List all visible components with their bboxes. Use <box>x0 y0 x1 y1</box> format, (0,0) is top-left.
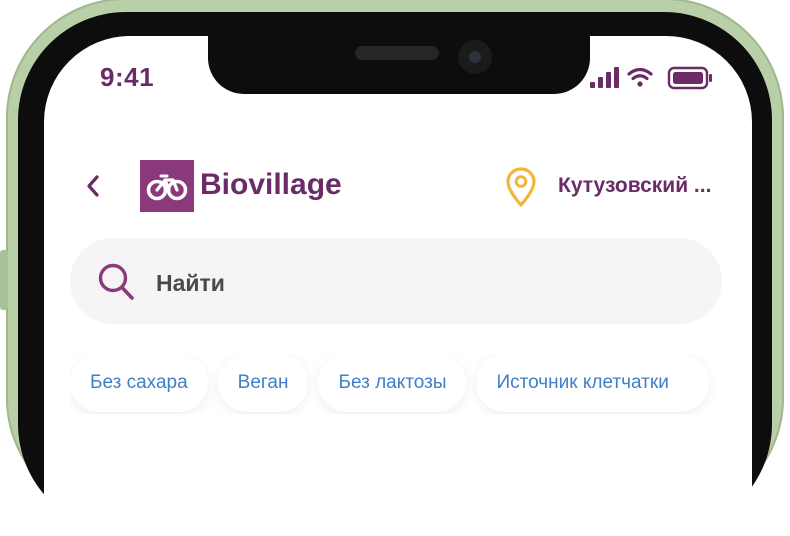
speaker-grille <box>355 46 439 60</box>
back-button[interactable] <box>78 170 108 202</box>
status-time: 9:41 <box>100 62 155 92</box>
chevron-left-icon <box>87 175 99 197</box>
wifi-icon <box>627 67 653 87</box>
phone-side-button <box>0 250 8 310</box>
filter-chip-lactose-free[interactable]: Без лактозы <box>318 354 467 412</box>
filter-chip-vegan[interactable]: Веган <box>217 354 309 412</box>
battery-icon <box>667 66 712 90</box>
front-camera <box>458 40 492 74</box>
filter-chip-fiber-source[interactable]: Источник клетчатки <box>476 354 709 412</box>
filter-chip-sugar-free[interactable]: Без сахара <box>70 354 208 412</box>
brand-logo <box>140 160 194 212</box>
notch <box>208 36 590 94</box>
search-input[interactable] <box>154 266 658 300</box>
bicycle-icon <box>146 174 188 201</box>
status-icons <box>590 66 716 90</box>
brand-name: Biovillage <box>200 168 342 201</box>
location-selector[interactable]: Кутузовский ... <box>558 174 711 198</box>
search-icon <box>98 263 134 300</box>
signal-icon <box>590 67 619 88</box>
filter-chips: Без сахара Веган Без лактозы Источник кл… <box>70 354 752 414</box>
map-pin-icon <box>506 167 536 207</box>
